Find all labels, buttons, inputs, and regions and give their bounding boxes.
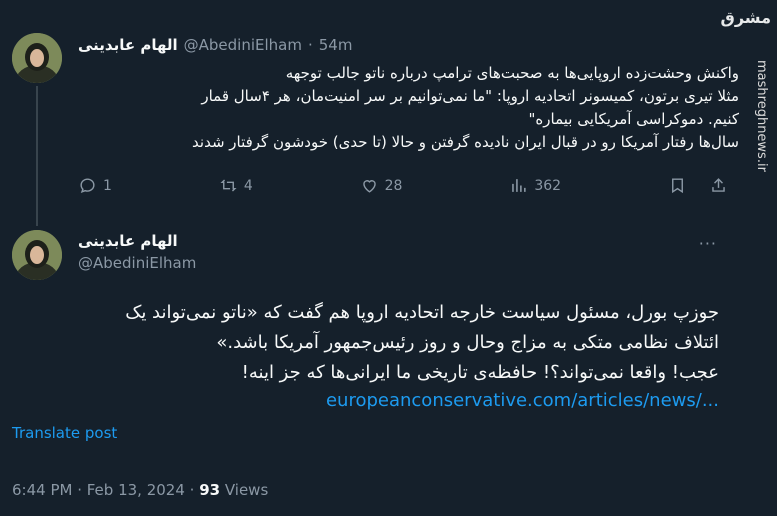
avatar-image xyxy=(12,230,62,280)
tweet2-body: جوزپ بورل، مسئول سیاست خارجه اتحادیه ارو… xyxy=(12,298,719,388)
reply-count: 1 xyxy=(103,177,112,194)
tweet-line: سال‌ها رفتار آمریکا رو در قبال ایران ناد… xyxy=(192,133,739,151)
repost-count: 4 xyxy=(243,177,253,194)
thread-connector-line xyxy=(36,86,38,226)
translate-post-link[interactable]: Translate post xyxy=(12,424,117,442)
bar-chart-icon xyxy=(512,179,526,192)
author-name[interactable]: الهام عابدینی xyxy=(78,36,178,54)
tweet1-actions: 1 4 28 362 xyxy=(78,176,728,195)
share-icon[interactable] xyxy=(709,176,728,195)
heart-icon xyxy=(362,180,376,193)
mashregh-logo: مشرق xyxy=(720,8,771,27)
watermark-url: mashreghnews.ir xyxy=(754,60,769,510)
tweet2-header: الهام عابدینی @AbediniElham xyxy=(78,232,196,272)
repost-button[interactable]: 4 xyxy=(219,176,253,195)
author-name[interactable]: الهام عابدینی xyxy=(78,232,196,250)
separator-dot: · xyxy=(307,36,313,54)
tweet1-body: واکنش وحشت‌زده اروپایی‌ها به صحبت‌های تر… xyxy=(78,62,739,154)
author-handle[interactable]: @AbediniElham xyxy=(184,36,302,54)
avatar[interactable] xyxy=(12,33,62,83)
reply-icon xyxy=(80,178,95,194)
like-button[interactable]: 28 xyxy=(360,176,403,195)
tweet1-header: الهام عابدینی @AbediniElham · 54m xyxy=(78,36,352,54)
tweet-line: جوزپ بورل، مسئول سیاست خارجه اتحادیه ارو… xyxy=(125,302,719,323)
author-handle[interactable]: @AbediniElham xyxy=(78,254,196,272)
like-count: 28 xyxy=(384,177,403,194)
avatar-image xyxy=(12,33,62,83)
reply-button[interactable]: 1 xyxy=(78,176,112,195)
post-metadata: 6:44 PM · Feb 13, 2024 · 93 Views xyxy=(12,481,268,499)
post-timestamp[interactable]: 6:44 PM · Feb 13, 2024 · xyxy=(12,481,194,499)
bookmark-icon[interactable] xyxy=(668,176,687,195)
post-time[interactable]: 54m xyxy=(319,36,353,54)
watermark-url-text: mashreghnews.ir xyxy=(754,60,769,172)
tweet-line: مثلا تیری برتون، کمیسونر اتحادیه اروپا: … xyxy=(201,87,739,105)
tweet-line: عجب! واقعا نمی‌تواند؟! حافظه‌ی تاریخی ما… xyxy=(241,362,719,383)
extra-actions xyxy=(668,176,728,195)
tweet-line: واکنش وحشت‌زده اروپایی‌ها به صحبت‌های تر… xyxy=(285,64,739,82)
more-options-icon[interactable]: ··· xyxy=(699,234,717,253)
tweet-line: ائتلاف نظامی متکی به مزاج وحال و روز رئی… xyxy=(216,332,719,353)
view-count: 362 xyxy=(534,177,562,194)
article-link[interactable]: europeanconservative.com/articles/news/.… xyxy=(12,390,719,411)
views-count: 93 xyxy=(199,481,221,499)
avatar[interactable] xyxy=(12,230,62,280)
tweet-line: کنیم. دموکراسی آمریکایی بیماره" xyxy=(528,110,740,128)
repost-icon xyxy=(220,179,237,192)
views-label: Views xyxy=(224,481,269,499)
views-button[interactable]: 362 xyxy=(509,176,561,195)
